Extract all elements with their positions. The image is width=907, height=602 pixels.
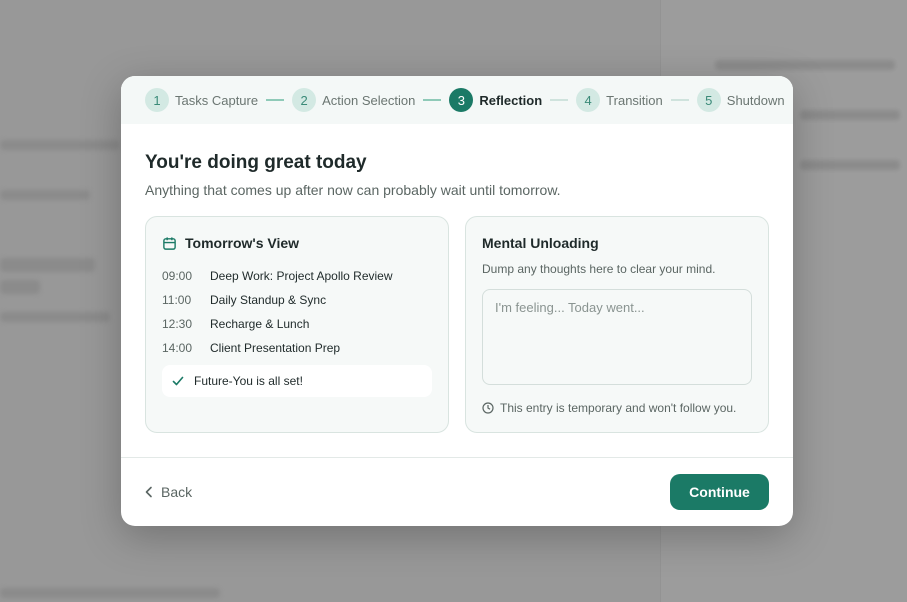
- step-tasks-capture: 1 Tasks Capture: [145, 88, 258, 112]
- dialog-title: You're doing great today: [145, 152, 367, 173]
- clock-icon: [482, 402, 494, 414]
- schedule-item: 12:30 Recharge & Lunch: [162, 312, 393, 336]
- tomorrow-view-header: Tomorrow's View: [162, 235, 299, 251]
- schedule-task: Recharge & Lunch: [210, 317, 310, 331]
- schedule-item: 09:00 Deep Work: Project Apollo Review: [162, 264, 393, 288]
- step-number: 4: [576, 88, 601, 112]
- calendar-icon: [163, 236, 176, 250]
- check-icon: [172, 376, 184, 386]
- reflection-dialog: 1 Tasks Capture 2 Action Selection 3 Ref…: [121, 76, 793, 526]
- step-number: 5: [696, 88, 721, 112]
- back-label: Back: [161, 484, 193, 500]
- step-transition: 4 Transition: [576, 88, 663, 112]
- step-label: Reflection: [479, 92, 543, 108]
- step-label: Action Selection: [322, 92, 416, 108]
- tomorrow-view-title: Tomorrow's View: [185, 235, 300, 251]
- step-number: 3: [449, 88, 474, 112]
- tomorrow-view-card: Tomorrow's View 09:00 Deep Work: Project…: [145, 216, 449, 433]
- all-set-text: Future-You is all set!: [194, 374, 303, 388]
- step-number: 2: [292, 88, 317, 112]
- schedule-time: 09:00: [162, 269, 193, 283]
- continue-button[interactable]: Continue: [670, 474, 769, 510]
- mental-unloading-card: Mental Unloading Dump any thoughts here …: [465, 216, 769, 433]
- dialog-subtitle: Anything that comes up after now can pro…: [145, 182, 561, 198]
- step-connector: [550, 99, 569, 101]
- schedule-task: Client Presentation Prep: [210, 341, 341, 355]
- step-label: Transition: [606, 92, 663, 108]
- all-set-banner: Future-You is all set!: [162, 365, 432, 397]
- temporary-entry-text: This entry is temporary and won't follow…: [500, 401, 737, 415]
- schedule-task: Deep Work: Project Apollo Review: [210, 269, 393, 283]
- step-label: Tasks Capture: [175, 92, 259, 108]
- schedule-item: 14:00 Client Presentation Prep: [162, 336, 393, 360]
- chevron-left-icon: [145, 486, 152, 498]
- step-connector: [266, 99, 285, 101]
- step-number: 1: [145, 88, 169, 112]
- step-shutdown: 5 Shutdown: [696, 88, 785, 112]
- schedule-item: 11:00 Daily Standup & Sync: [162, 288, 393, 312]
- step-connector: [423, 99, 442, 101]
- schedule-time: 14:00: [162, 341, 193, 355]
- temporary-entry-note: This entry is temporary and won't follow…: [482, 401, 736, 415]
- schedule-task: Daily Standup & Sync: [210, 293, 327, 307]
- thoughts-textarea[interactable]: [482, 289, 752, 385]
- step-reflection: 3 Reflection: [449, 88, 542, 112]
- schedule-time: 11:00: [162, 293, 192, 307]
- step-connector: [670, 99, 689, 101]
- step-label: Shutdown: [726, 92, 785, 108]
- footer-divider: [121, 457, 793, 458]
- schedule-time: 12:30: [162, 317, 193, 331]
- mental-unloading-description: Dump any thoughts here to clear your min…: [482, 262, 716, 276]
- back-button[interactable]: Back: [145, 480, 192, 504]
- mental-unloading-title: Mental Unloading: [482, 235, 599, 251]
- step-action-selection: 2 Action Selection: [292, 88, 415, 112]
- progress-stepper: 1 Tasks Capture 2 Action Selection 3 Ref…: [121, 76, 793, 124]
- schedule-list: 09:00 Deep Work: Project Apollo Review 1…: [162, 264, 393, 360]
